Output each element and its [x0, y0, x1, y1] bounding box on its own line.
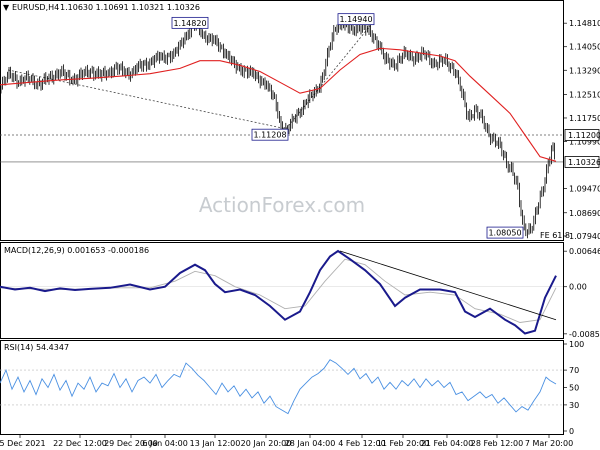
rsi-indicator-label: RSI(14) 54.4347	[4, 343, 69, 352]
symbol-label: EURUSD,H4	[12, 3, 59, 12]
rsi-line	[0, 359, 557, 415]
level-axis-label-0: 1.11200	[568, 131, 600, 140]
price-label-box-0: 1.14820	[171, 16, 209, 29]
price-y-tick-label: 1.12510	[569, 90, 600, 99]
price-y-tick-label: 1.08690	[569, 209, 600, 218]
price-label-text: 1.14940	[339, 15, 372, 24]
fe-label: FE 61.8	[540, 231, 570, 240]
x-tick-label: 7 Mar 20:00	[525, 439, 573, 448]
rsi-y-tick-label: 100	[569, 340, 584, 349]
macd-y-tick-label: -0.008573	[569, 330, 600, 339]
x-axis-labels: 15 Dec 202122 Dec 12:0029 Dec 20:006 Jan…	[0, 435, 573, 448]
price-y-tick-label: 1.13290	[569, 66, 600, 75]
rsi-series	[0, 359, 563, 415]
x-tick-label: 28 Feb 12:00	[471, 439, 523, 448]
x-tick-label: 28 Jan 04:00	[285, 439, 336, 448]
rsi-y-tick-label: 50	[569, 384, 579, 393]
level-axis-label-1: 1.10326	[568, 158, 600, 167]
macd-y-tick-label: 0.00	[569, 283, 587, 292]
price-label-text: 1.14820	[173, 19, 206, 28]
panel-frames	[0, 0, 564, 435]
price-label-box-1: 1.14940	[337, 13, 375, 26]
macd-indicator-label: MACD(12,26,9) 0.001653 -0.000186	[4, 246, 149, 255]
watermark: ActionForex.com	[199, 193, 365, 217]
y-axis-labels: 1.148101.140501.132901.125101.117501.109…	[563, 19, 600, 436]
x-tick-label: 22 Dec 12:00	[53, 439, 107, 448]
x-tick-label: 6 Jan 04:00	[142, 439, 188, 448]
macd-trendline	[339, 250, 557, 321]
price-label-text: 1.08050	[488, 229, 521, 238]
macd-line	[0, 249, 557, 335]
symbol-marker-icon: ▼	[3, 3, 10, 12]
price-label-box-3: 1.08050	[486, 226, 524, 239]
price-label-text: 1.11208	[253, 131, 286, 140]
ohlc-label: 1.10630 1.10691 1.10321 1.10326	[60, 3, 200, 12]
price-y-tick-label: 1.11750	[569, 114, 600, 123]
rsi-y-tick-label: 70	[569, 366, 579, 375]
price-y-tick-label: 1.14050	[569, 43, 600, 52]
price-y-tick-label: 1.14810	[569, 19, 600, 28]
x-tick-label: 15 Dec 2021	[0, 439, 46, 448]
eurusd-chart: ActionForex.com ▼ EURUSD,H4 1.10630 1.10…	[0, 0, 600, 448]
macd-series	[0, 249, 563, 335]
price-label-box-2: 1.11208	[251, 128, 289, 141]
price-y-tick-label: 1.07940	[569, 232, 600, 241]
price-y-tick-label: 1.09470	[569, 185, 600, 194]
dashed-trendline-0	[7, 69, 287, 130]
rsi-y-tick-label: 30	[569, 401, 579, 410]
x-tick-label: 21 Feb 04:00	[421, 439, 473, 448]
rsi-y-tick-label: 0	[569, 427, 574, 436]
macd-panel-frame	[0, 242, 564, 339]
x-tick-label: 13 Jan 12:00	[190, 439, 241, 448]
macd-y-tick-label: 0.006468	[569, 247, 600, 256]
